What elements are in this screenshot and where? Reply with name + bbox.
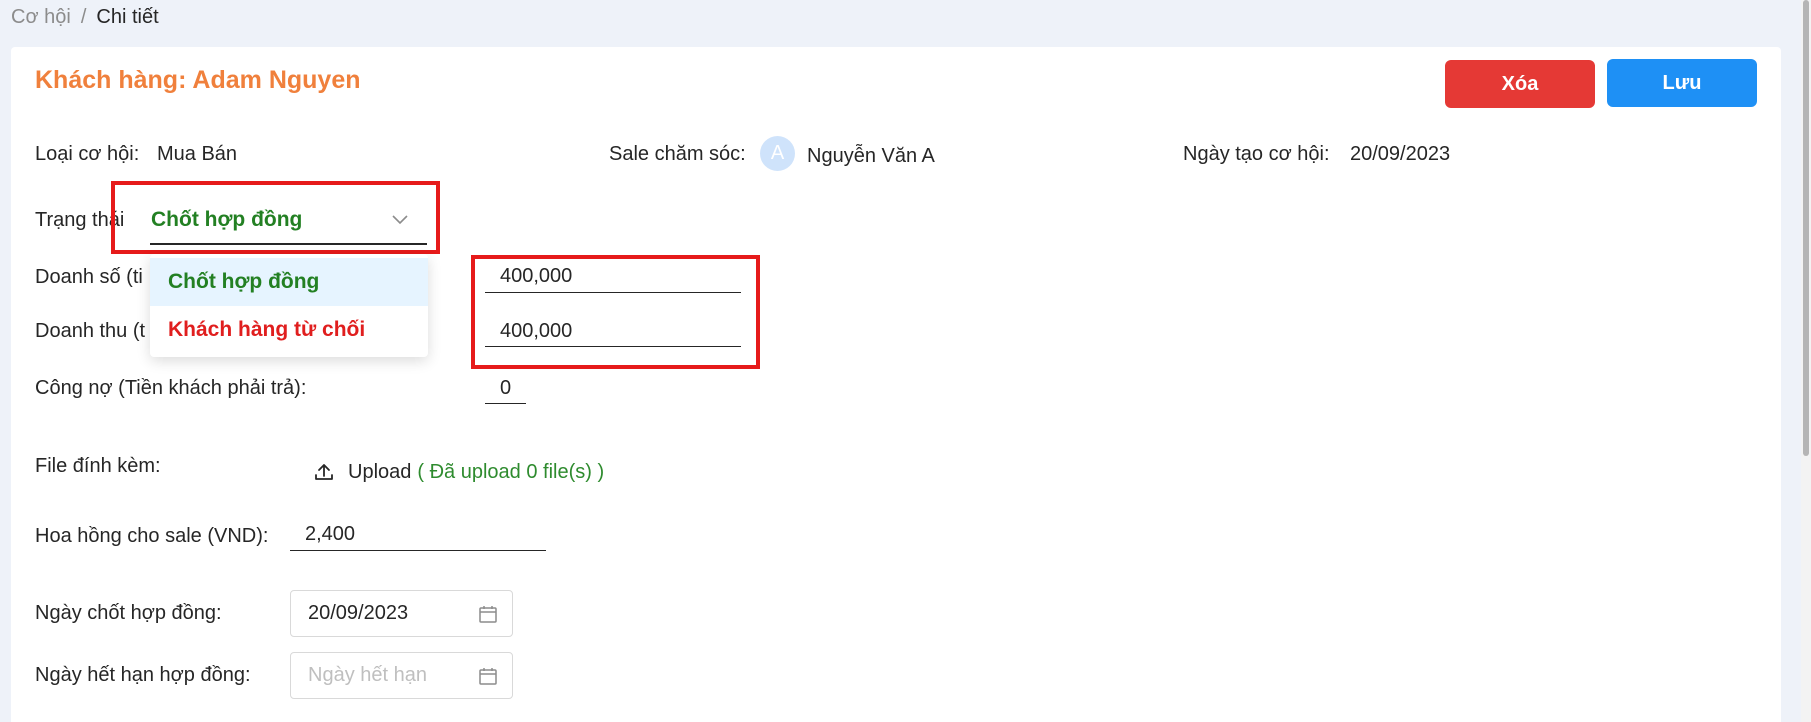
upload-button[interactable]: Upload ( Đã upload 0 file(s) ) (312, 460, 604, 484)
created-date-label: Ngày tạo cơ hội: (1183, 143, 1330, 165)
status-dropdown-menu: Chốt hợp đồng Khách hàng từ chối (150, 254, 428, 357)
upload-icon (315, 464, 333, 480)
status-highlight-box (111, 181, 440, 254)
revenue-highlight-box (471, 255, 760, 369)
sale-value: Nguyễn Văn A (807, 145, 935, 167)
breadcrumb-item-opportunity[interactable]: Cơ hội (11, 6, 71, 28)
breadcrumb-separator: / (80, 6, 87, 28)
breadcrumb-item-detail: Chi tiết (96, 6, 159, 28)
status-option-closed[interactable]: Chốt hợp đồng (150, 258, 428, 306)
calendar-icon (479, 668, 497, 685)
contract-date-value: 20/09/2023 (308, 602, 409, 624)
expiry-date-placeholder: Ngày hết hạn (308, 664, 427, 686)
commission-label: Hoa hồng cho sale (VND): (35, 525, 269, 547)
calendar-icon (479, 606, 497, 623)
expiry-date-label: Ngày hết hạn hợp đồng: (35, 664, 251, 686)
contract-date-input[interactable]: 20/09/2023 (290, 590, 513, 637)
upload-label: Upload (348, 460, 412, 483)
avatar: A (760, 136, 795, 171)
created-date-value: 20/09/2023 (1350, 143, 1451, 165)
income-label: Doanh thu (t (35, 320, 146, 342)
commission-input[interactable]: 2,400 (290, 523, 546, 551)
debt-label: Công nợ (Tiền khách phải trả): (35, 377, 307, 399)
scrollbar-thumb[interactable] (1803, 0, 1809, 456)
breadcrumb: Cơ hội / Chi tiết (11, 6, 159, 29)
save-button[interactable]: Lưu (1607, 59, 1757, 107)
attachment-label: File đính kèm: (35, 455, 161, 477)
delete-button[interactable]: Xóa (1445, 60, 1595, 108)
expiry-date-input[interactable]: Ngày hết hạn (290, 652, 513, 699)
contract-date-label: Ngày chốt hợp đồng: (35, 602, 222, 624)
sale-label: Sale chăm sóc: (609, 143, 746, 165)
sales-label: Doanh số (ti (35, 266, 143, 288)
type-value: Mua Bán (157, 143, 238, 165)
upload-status: ( Đã upload 0 file(s) ) (417, 460, 605, 483)
type-label: Loại cơ hội: (35, 143, 140, 165)
debt-input[interactable]: 0 (485, 377, 526, 404)
page-title: Khách hàng: Adam Nguyen (35, 66, 361, 94)
status-option-rejected[interactable]: Khách hàng từ chối (150, 306, 428, 354)
